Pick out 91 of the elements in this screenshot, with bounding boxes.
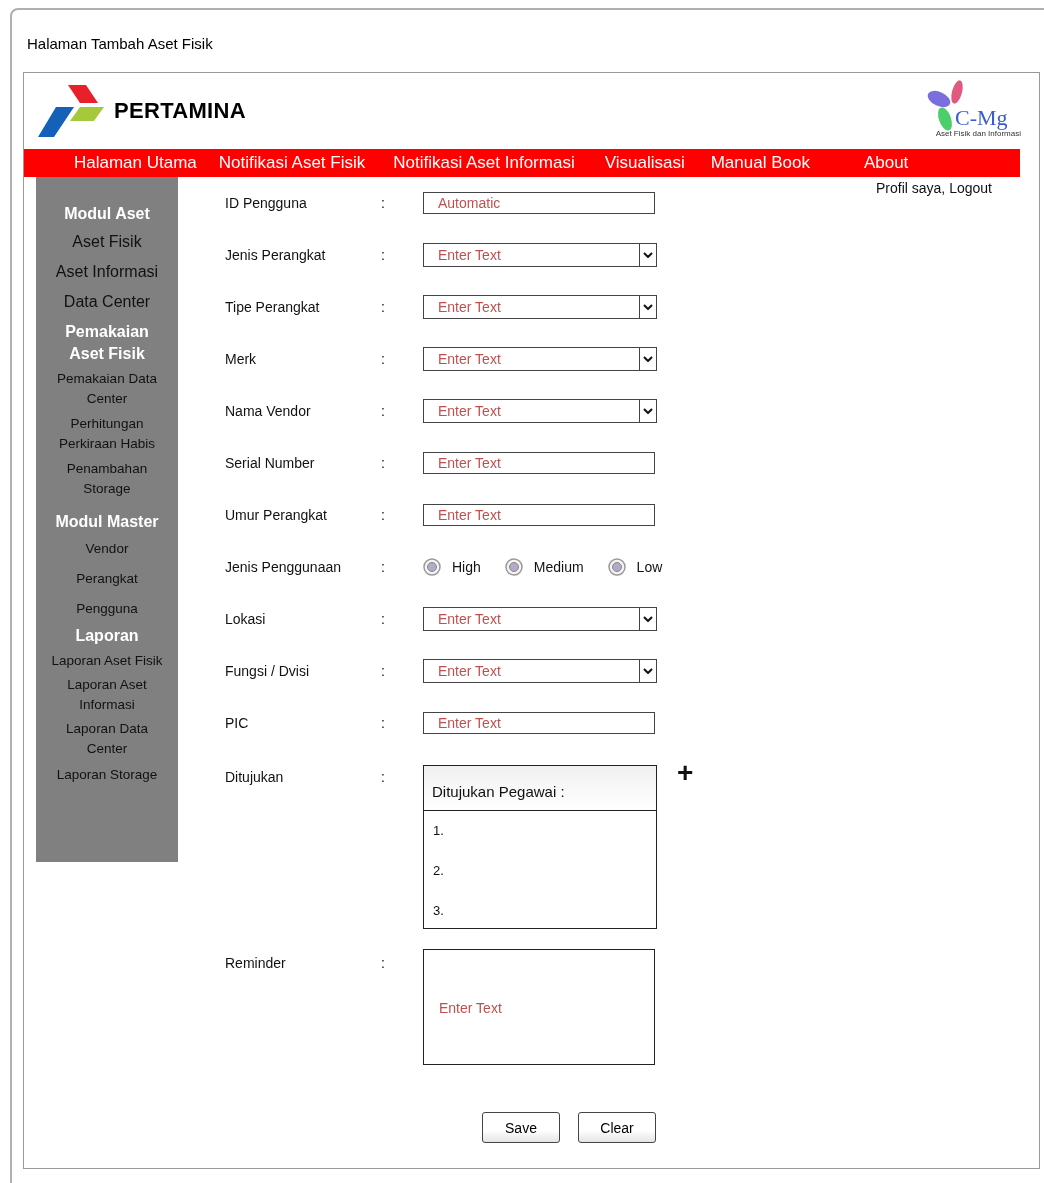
dropdown-field[interactable]: Enter Text <box>423 607 640 631</box>
brand-name: PERTAMINA <box>114 98 246 124</box>
sidebar-link[interactable]: Laporan Aset Fisik <box>48 651 166 671</box>
text-field[interactable]: Enter Text <box>423 712 655 734</box>
colon: : <box>381 195 386 211</box>
sidebar-link[interactable]: Pemakaian Data Center <box>48 369 166 409</box>
list-item: 3. <box>433 903 445 920</box>
dropdown-button[interactable] <box>640 659 657 683</box>
text-field[interactable]: Automatic <box>423 192 655 214</box>
dropdown-button[interactable] <box>640 243 657 267</box>
window-title: Halaman Tambah Aset Fisik <box>27 35 213 54</box>
dropdown-field[interactable]: Enter Text <box>423 399 640 423</box>
nav-link[interactable]: About <box>853 153 919 173</box>
radio-label: Medium <box>533 559 584 575</box>
form-button[interactable]: Save <box>482 1112 560 1143</box>
colon: : <box>381 403 386 419</box>
sidebar-heading: Laporan <box>74 626 140 646</box>
field-label: Ditujukan <box>225 769 285 785</box>
colon: : <box>381 955 386 971</box>
sidebar-link[interactable]: Perangkat <box>48 569 166 589</box>
sidebar-link[interactable]: Laporan Aset Informasi <box>48 675 166 715</box>
colon: : <box>381 299 386 315</box>
text-area[interactable]: Enter Text <box>423 949 655 1065</box>
field-label: PIC <box>225 715 250 731</box>
field-label: Merk <box>225 351 258 367</box>
field-label: Reminder <box>225 955 287 971</box>
radio-button[interactable] <box>423 558 441 576</box>
field-label: Fungsi / Dvisi <box>225 663 311 679</box>
caret-icon <box>643 668 653 674</box>
list-item: 1. <box>433 823 445 840</box>
field-label: ID Pengguna <box>225 195 308 211</box>
sidebar-link[interactable]: Data Center <box>63 291 151 313</box>
field-label: Umur Perangkat <box>225 507 328 523</box>
radio-label: High <box>452 559 481 575</box>
logo-icon <box>38 85 104 137</box>
radio-label: Low <box>636 559 663 575</box>
sidebar-heading: Modul Aset <box>63 204 151 224</box>
colon: : <box>381 663 386 679</box>
sidebar-link[interactable]: Laporan Data Center <box>48 719 166 759</box>
sidebar-link[interactable]: Perhitungan Perkiraan Habis <box>48 414 166 454</box>
sidebar-link[interactable]: Aset Fisik <box>72 231 142 253</box>
profile-logout-links[interactable]: Profil saya, Logout <box>876 180 992 196</box>
add-button[interactable]: + <box>677 759 694 787</box>
caret-icon <box>643 616 653 622</box>
list-item: 2. <box>433 863 445 880</box>
colon: : <box>381 455 386 471</box>
dropdown-field[interactable]: Enter Text <box>423 295 640 319</box>
text-field[interactable]: Enter Text <box>423 452 655 474</box>
nav-link[interactable]: Notifikasi Aset Informasi <box>383 153 585 173</box>
radio-button[interactable] <box>607 558 626 576</box>
dropdown-field[interactable]: Enter Text <box>423 659 640 683</box>
colon: : <box>381 559 386 575</box>
radio-button[interactable] <box>504 558 523 576</box>
sidebar-link[interactable]: Pengguna <box>48 599 166 619</box>
caret-icon <box>643 304 653 310</box>
dropdown-field[interactable]: Enter Text <box>423 243 640 267</box>
dropdown-button[interactable] <box>640 347 657 371</box>
colon: : <box>381 507 386 523</box>
dropdown-button[interactable] <box>640 607 657 631</box>
sidebar-heading: Pemakaian Aset Fisik <box>64 322 150 364</box>
form-button[interactable]: Clear <box>578 1112 656 1143</box>
app-logo-text: C-Mg <box>955 105 1008 131</box>
colon: : <box>381 247 386 263</box>
field-label: Serial Number <box>225 455 316 471</box>
field-label: Tipe Perangkat <box>225 299 321 315</box>
field-label: Jenis Perangkat <box>225 247 327 263</box>
caret-icon <box>643 408 653 414</box>
sidebar-link[interactable]: Penambahan Storage <box>48 459 166 499</box>
sidebar-link[interactable]: Aset Informasi <box>55 261 159 283</box>
dropdown-button[interactable] <box>640 399 657 423</box>
dropdown-button[interactable] <box>640 295 657 319</box>
colon: : <box>381 769 386 785</box>
list-header: Ditujukan Pegawai : <box>424 766 656 811</box>
nav-link[interactable]: Notifikasi Aset Fisik <box>208 153 376 173</box>
dropdown-field[interactable]: Enter Text <box>423 347 640 371</box>
caret-icon <box>643 356 653 362</box>
nav-link[interactable]: Manual Book <box>700 153 820 173</box>
field-label: Nama Vendor <box>225 403 312 419</box>
sidebar-link[interactable]: Vendor <box>48 539 166 559</box>
field-label: Jenis Penggunaan <box>225 559 342 575</box>
sidebar-heading: Modul Master <box>54 512 160 532</box>
text-field[interactable]: Enter Text <box>423 504 655 526</box>
colon: : <box>381 351 386 367</box>
nav-link[interactable]: Visualisasi <box>594 153 695 173</box>
nav-link[interactable]: Halaman Utama <box>64 153 207 173</box>
colon: : <box>381 715 386 731</box>
colon: : <box>381 611 386 627</box>
caret-icon <box>643 252 653 258</box>
field-label: Lokasi <box>225 611 267 627</box>
app-logo-tagline: Aset Fisik dan Informasi <box>935 129 1021 138</box>
sidebar-link[interactable]: Laporan Storage <box>48 765 166 785</box>
